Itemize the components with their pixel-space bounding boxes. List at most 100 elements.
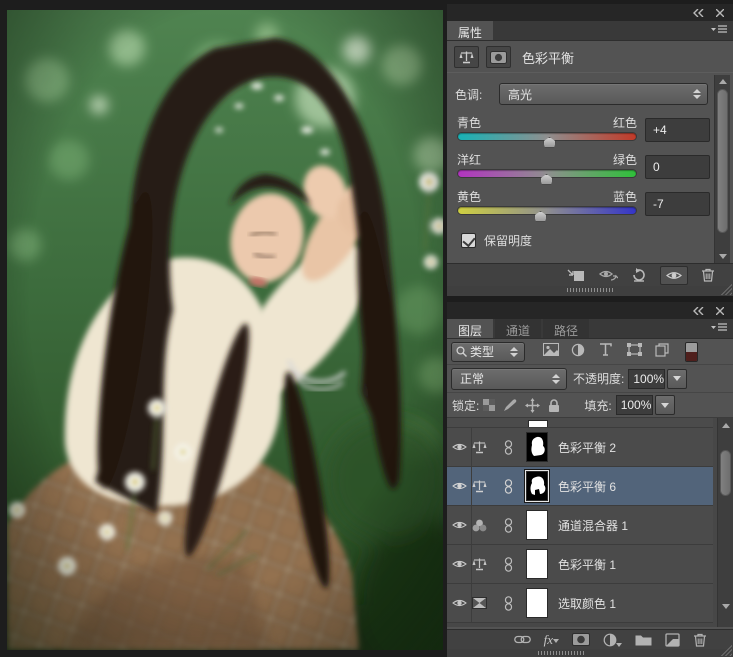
opacity-label: 不透明度: — [573, 370, 624, 387]
filter-smart-objects-icon[interactable] — [655, 343, 674, 361]
layer-mask-thumbnail-selected[interactable] — [526, 471, 548, 501]
properties-toolbar — [447, 263, 733, 286]
layer-row-color-balance-6-selected[interactable]: 色彩平衡 6 — [447, 467, 713, 506]
mask-link-icon[interactable] — [504, 518, 520, 533]
tone-select[interactable]: 高光 — [499, 83, 708, 105]
fill-value[interactable]: 100% — [616, 395, 653, 415]
color-balance-scales-icon — [472, 557, 504, 571]
cyan-red-value[interactable]: +4 — [645, 118, 710, 142]
lock-transparent-pixels-icon[interactable] — [483, 399, 495, 411]
toggle-visibility-button[interactable] — [660, 266, 688, 285]
visibility-eye-icon[interactable] — [447, 584, 472, 622]
clip-to-layer-icon[interactable] — [567, 269, 585, 282]
lock-image-pixels-brush-icon[interactable] — [503, 399, 517, 412]
magenta-label: 洋红 — [457, 151, 481, 168]
close-panel-icon[interactable] — [716, 307, 724, 315]
properties-resize-grip[interactable] — [447, 286, 733, 296]
layer-row-partial[interactable] — [447, 418, 713, 428]
add-layer-mask-icon[interactable] — [572, 633, 590, 646]
link-layers-icon[interactable] — [514, 635, 531, 644]
filter-kind-value: 类型 — [470, 343, 494, 360]
blend-mode-row: 正常 不透明度: 100% — [447, 365, 733, 393]
new-group-folder-icon[interactable] — [635, 633, 652, 646]
lock-row: 锁定: 填充: 100% — [447, 393, 733, 418]
cyan-label: 青色 — [457, 114, 481, 131]
layer-row-color-balance-2[interactable]: 色彩平衡 2 — [447, 428, 713, 467]
layer-name[interactable]: 选取颜色 1 — [558, 595, 616, 612]
mask-link-icon[interactable] — [504, 479, 520, 494]
preserve-luminosity-label: 保留明度 — [484, 232, 532, 249]
yellow-blue-track[interactable] — [457, 206, 637, 215]
visibility-eye-icon[interactable] — [447, 467, 472, 505]
layer-mask-icon[interactable] — [486, 46, 511, 68]
delete-adjustment-trash-icon[interactable] — [701, 268, 715, 282]
filter-adjustment-layers-icon[interactable] — [571, 343, 590, 361]
panel-menu-icon[interactable] — [711, 323, 727, 333]
magenta-green-slider-group: 洋红 绿色 0 — [447, 150, 733, 187]
layer-mask-thumbnail[interactable] — [526, 549, 548, 579]
layers-tabrow: 图层 通道 路径 — [447, 319, 733, 339]
filter-type-layers-icon[interactable] — [599, 343, 618, 361]
fill-dropdown-button[interactable] — [655, 395, 675, 415]
layer-mask-thumbnail[interactable] — [526, 432, 548, 462]
properties-panel-titlebar — [447, 4, 733, 21]
preserve-luminosity-checkbox[interactable] — [461, 233, 476, 248]
new-adjustment-layer-icon[interactable] — [603, 633, 622, 647]
layer-list: 色彩平衡 2 色彩平衡 6 — [447, 418, 733, 627]
visibility-eye-icon[interactable] — [447, 428, 472, 466]
layer-mask-thumbnail[interactable] — [528, 420, 548, 427]
tab-paths[interactable]: 路径 — [543, 319, 589, 338]
lock-position-move-icon[interactable] — [525, 398, 540, 413]
layer-filter-toggle[interactable] — [685, 342, 698, 362]
layers-resize-grip[interactable] — [447, 649, 733, 657]
magenta-green-value[interactable]: 0 — [645, 155, 710, 179]
photo-girl-in-field — [7, 10, 443, 650]
delete-layer-trash-icon[interactable] — [693, 633, 707, 647]
lock-all-padlock-icon[interactable] — [548, 399, 560, 412]
document-canvas[interactable] — [7, 10, 443, 650]
yellow-blue-value[interactable]: -7 — [645, 192, 710, 216]
view-previous-state-icon[interactable] — [598, 269, 618, 282]
layer-row-selective-color-1[interactable]: 选取颜色 1 — [447, 584, 713, 623]
layer-name[interactable]: 色彩平衡 2 — [558, 439, 616, 456]
search-icon — [456, 346, 467, 357]
channel-mixer-icon — [472, 519, 504, 532]
yellow-blue-slider-group: 黄色 蓝色 -7 — [447, 187, 733, 224]
panel-menu-icon[interactable] — [711, 25, 727, 35]
layer-mask-thumbnail[interactable] — [526, 510, 548, 540]
properties-tabrow: 属性 — [447, 21, 733, 41]
layer-name[interactable]: 色彩平衡 6 — [558, 478, 616, 495]
layer-row-color-balance-1[interactable]: 色彩平衡 1 — [447, 545, 713, 584]
mask-link-icon[interactable] — [504, 557, 520, 572]
filter-pixel-layers-icon[interactable] — [543, 343, 562, 361]
collapse-panel-icon[interactable] — [693, 307, 704, 315]
collapse-panel-icon[interactable] — [693, 9, 704, 17]
tab-layers[interactable]: 图层 — [447, 319, 493, 338]
new-layer-icon[interactable] — [665, 633, 680, 647]
properties-scrollbar[interactable] — [714, 75, 730, 263]
mask-link-icon[interactable] — [504, 440, 520, 455]
layers-scrollbar[interactable] — [717, 418, 733, 627]
filter-kind-select[interactable]: 类型 — [451, 342, 525, 362]
cyan-red-slider-group: 青色 红色 +4 — [447, 113, 733, 150]
reset-adjustment-icon[interactable] — [631, 268, 647, 282]
blend-mode-select[interactable]: 正常 — [451, 368, 567, 390]
layer-mask-thumbnail[interactable] — [526, 588, 548, 618]
adjustment-title: 色彩平衡 — [522, 48, 574, 67]
tab-channels[interactable]: 通道 — [495, 319, 541, 338]
layer-name[interactable]: 色彩平衡 1 — [558, 556, 616, 573]
opacity-dropdown-button[interactable] — [667, 369, 687, 389]
color-balance-adjustment-icon — [454, 46, 479, 68]
layer-style-fx-icon[interactable]: fx — [544, 631, 559, 649]
close-panel-icon[interactable] — [716, 9, 724, 17]
visibility-eye-icon[interactable] — [447, 506, 472, 544]
filter-shape-layers-icon[interactable] — [627, 343, 646, 361]
properties-panel: 属性 色彩平衡 色调: 高光 — [447, 4, 733, 296]
mask-link-icon[interactable] — [504, 596, 520, 611]
layer-row-channel-mixer-1[interactable]: 通道混合器 1 — [447, 506, 713, 545]
layer-name[interactable]: 通道混合器 1 — [558, 517, 628, 534]
opacity-value[interactable]: 100% — [628, 369, 665, 389]
layers-body: 类型 — [447, 339, 733, 629]
tab-properties[interactable]: 属性 — [447, 21, 493, 40]
visibility-eye-icon[interactable] — [447, 545, 472, 583]
